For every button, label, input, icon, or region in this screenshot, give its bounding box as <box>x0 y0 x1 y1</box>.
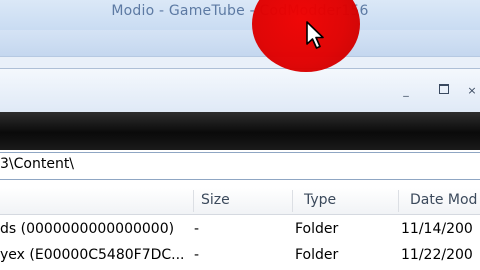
mouse-pointer-icon <box>306 21 324 49</box>
row-date: 11/22/200 <box>401 247 473 263</box>
file-list-header <box>0 188 480 215</box>
row-size: - <box>194 221 200 237</box>
minimize-button[interactable]: _ <box>398 84 414 98</box>
column-divider[interactable] <box>193 190 194 212</box>
app-toolbar-band <box>0 30 480 56</box>
row-name[interactable]: yex (E00000C5480F7DC... <box>0 247 185 263</box>
column-header-date[interactable]: Date Mod <box>410 192 477 208</box>
row-size: - <box>194 247 200 263</box>
close-button[interactable]: × <box>464 84 480 98</box>
address-path[interactable]: 3\Content\ <box>0 156 74 172</box>
screen: Modio - GameTube - CodModder156 _ × 3\Co… <box>0 0 480 270</box>
maximize-icon <box>439 84 449 94</box>
row-date: 11/14/200 <box>401 221 473 237</box>
column-divider[interactable] <box>292 190 293 212</box>
column-divider[interactable] <box>398 190 399 212</box>
row-type: Folder <box>295 247 339 263</box>
maximize-button[interactable] <box>436 84 452 98</box>
row-type: Folder <box>295 221 339 237</box>
explorer-dark-toolbar <box>0 112 480 150</box>
column-header-type[interactable]: Type <box>304 192 336 208</box>
column-header-size[interactable]: Size <box>201 192 230 208</box>
window-title: Modio - GameTube - CodModder156 <box>111 3 369 19</box>
row-name[interactable]: ds (0000000000000000) <box>0 221 174 237</box>
app-title-bar: Modio - GameTube - CodModder156 <box>0 0 480 30</box>
